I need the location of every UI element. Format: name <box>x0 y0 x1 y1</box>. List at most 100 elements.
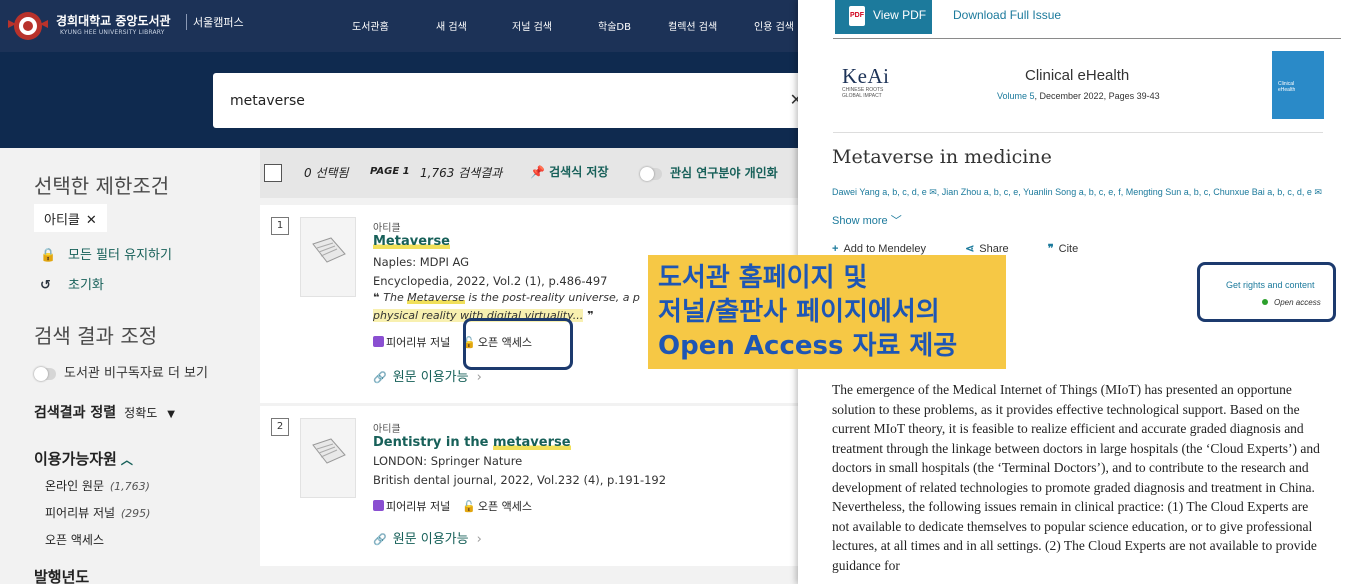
article-title: Metaverse in medicine <box>832 146 1052 168</box>
add-mendeley-label: Add to Mendeley <box>843 243 926 255</box>
page-indicator: PAGE 1 <box>370 166 410 177</box>
facet-count: (295) <box>120 507 151 520</box>
facet-label: 오픈 액세스 <box>45 533 105 547</box>
selected-filters-title: 선택한 제한조건 <box>34 174 170 198</box>
highlight-box-publisher-oa <box>1197 262 1336 322</box>
availability-title[interactable]: 이용가능자원 ︿ <box>34 448 133 469</box>
search-input[interactable]: metaverse ✕ <box>213 73 813 128</box>
link-icon: 🔗 <box>373 371 387 384</box>
filter-chip[interactable]: 아티클 ✕ <box>34 204 107 232</box>
cite-button[interactable]: ❞ Cite <box>1048 243 1096 255</box>
journal-cover[interactable]: Clinical eHealth <box>1272 51 1324 119</box>
lock-icon: 🔒 <box>40 248 57 263</box>
fulltext-label: 원문 이용가능 <box>392 532 469 547</box>
quote-icon: ❞ <box>1047 243 1054 255</box>
fulltext-label: 원문 이용가능 <box>392 370 469 385</box>
result-source: Encyclopedia, 2022, Vol.2 (1), p.486-497 <box>373 274 608 288</box>
result-title-text[interactable]: Metaverse <box>373 234 450 249</box>
volume-link[interactable]: Volume 5 <box>997 91 1035 101</box>
search-query[interactable]: metaverse <box>230 93 305 109</box>
fulltext-link[interactable]: 🔗 원문 이용가능 › <box>373 528 482 547</box>
quote-close-icon: ❞ <box>583 309 594 322</box>
divider <box>833 132 1323 133</box>
facet-open-access[interactable]: 오픈 액세스 <box>45 531 104 548</box>
reset-link[interactable]: ↺ 초기화 <box>40 274 104 293</box>
filter-chip-label: 아티클 <box>44 213 80 228</box>
article-thumbnail[interactable] <box>300 418 356 498</box>
callout-banner: 도서관 홈페이지 및 저널/출판사 페이지에서의 Open Access 자료 … <box>648 255 1006 369</box>
non-subscribed-toggle[interactable]: 도서관 비구독자료 더 보기 <box>34 362 208 381</box>
select-all-checkbox[interactable] <box>264 164 282 182</box>
result-number: 1 <box>271 217 289 235</box>
library-name[interactable]: 경희대학교 중앙도서관 <box>56 12 171 29</box>
snippet-highlight: Metaverse <box>407 291 465 304</box>
nav-citation-search[interactable]: 인용 검색 <box>754 18 794 33</box>
campus-label[interactable]: 서울캠퍼스 <box>186 14 244 30</box>
result-title[interactable]: Metaverse <box>373 234 450 249</box>
keep-filters-label: 모든 필터 유지하기 <box>68 248 172 263</box>
personalize-label: 관심 연구분야 개인화 <box>670 166 778 180</box>
university-logo-icon[interactable] <box>6 8 50 44</box>
toggle-switch[interactable] <box>640 166 662 181</box>
peer-review-icon <box>373 500 384 511</box>
peer-review-icon <box>373 336 384 347</box>
nav-new-search[interactable]: 새 검색 <box>436 18 467 33</box>
result-title-text[interactable]: Dentistry in the <box>373 435 493 450</box>
keep-filters-link[interactable]: 🔒 모든 필터 유지하기 <box>40 244 172 263</box>
author-list[interactable]: Dawei Yang a, b, c, d, e ✉, Jian Zhou a,… <box>832 187 1322 198</box>
show-more-button[interactable]: Show more ﹀ <box>832 212 902 228</box>
save-query-label: 검색식 저장 <box>549 165 609 179</box>
journal-title[interactable]: Clinical eHealth <box>1025 67 1129 84</box>
result-title[interactable]: Dentistry in the metaverse <box>373 435 571 450</box>
snippet-part: The <box>383 291 408 304</box>
chevron-up-icon[interactable]: ︿ <box>121 453 133 467</box>
chevron-right-icon: › <box>476 532 482 547</box>
toggle-switch[interactable] <box>34 366 56 381</box>
chevron-down-icon: ﹀ <box>890 215 902 227</box>
publisher-logo[interactable]: KeAi <box>842 64 890 89</box>
share-button[interactable]: ⋖ Share <box>965 243 1027 255</box>
facet-label: 피어리뷰 저널 <box>45 506 116 520</box>
nav-home[interactable]: 도서관홈 <box>352 18 389 33</box>
document-icon <box>312 237 346 263</box>
abstract-text: The emergence of the Medical Internet of… <box>832 382 1320 573</box>
chevron-right-icon: › <box>476 370 482 385</box>
result-title-highlight[interactable]: metaverse <box>492 435 571 450</box>
library-name-en: KYUNG HEE UNIVERSITY LIBRARY <box>60 29 165 36</box>
callout-line: 저널/출판사 페이지에서의 <box>658 297 940 327</box>
personalize-toggle[interactable]: 관심 연구분야 개인화 <box>640 164 778 181</box>
document-icon <box>312 438 346 464</box>
pin-icon: 📌 <box>530 165 550 179</box>
publisher-tagline: CHINESE ROOTS GLOBAL IMPACT <box>842 87 884 99</box>
results-toolbar: 0 선택됨 PAGE 1 1,763 검색결과 📌 검색식 저장 관심 연구분야… <box>260 148 820 198</box>
result-badges: 피어리뷰 저널 🔓 오픈 액세스 <box>373 498 532 514</box>
fulltext-link[interactable]: 🔗 원문 이용가능 › <box>373 366 482 385</box>
save-query-button[interactable]: 📌 검색식 저장 <box>530 163 609 180</box>
share-icon: ⋖ <box>965 243 975 255</box>
remove-filter-icon[interactable]: ✕ <box>86 213 97 228</box>
download-issue-link[interactable]: Download Full Issue <box>953 8 1061 22</box>
view-pdf-button[interactable]: PDF View PDF <box>835 0 932 34</box>
refine-results-title: 검색 결과 조정 <box>34 324 158 348</box>
add-mendeley-button[interactable]: + Add to Mendeley <box>832 243 944 255</box>
nav-collection-search[interactable]: 컬렉션 검색 <box>668 18 717 33</box>
show-more-label: Show more <box>832 215 888 227</box>
result-publisher: Naples: MDPI AG <box>373 255 470 269</box>
facet-label: 온라인 원문 <box>45 479 105 493</box>
article-thumbnail[interactable] <box>300 217 356 297</box>
sort-value[interactable]: 정확도 <box>124 406 157 420</box>
facet-online-fulltext[interactable]: 온라인 원문 (1,763) <box>45 477 150 494</box>
facet-peer-reviewed[interactable]: 피어리뷰 저널 (295) <box>45 504 150 521</box>
dropdown-caret-icon[interactable]: ▼ <box>167 409 175 420</box>
sort-control[interactable]: 검색결과 정렬 정확도 ▼ <box>34 402 175 422</box>
nav-journal-search[interactable]: 저널 검색 <box>512 18 552 33</box>
pubyear-title[interactable]: 발행년도 <box>34 566 89 584</box>
peer-review-label: 피어리뷰 저널 <box>386 336 451 349</box>
volume-details: , December 2022, Pages 39-43 <box>1034 91 1160 101</box>
pdf-icon: PDF <box>849 6 865 26</box>
sort-label: 검색결과 정렬 <box>34 405 117 421</box>
results-count: 1,763 검색결과 <box>420 166 503 180</box>
result-type: 아티클 <box>373 223 401 234</box>
nav-academic-db[interactable]: 학술DB <box>598 18 631 33</box>
divider <box>833 38 1341 39</box>
